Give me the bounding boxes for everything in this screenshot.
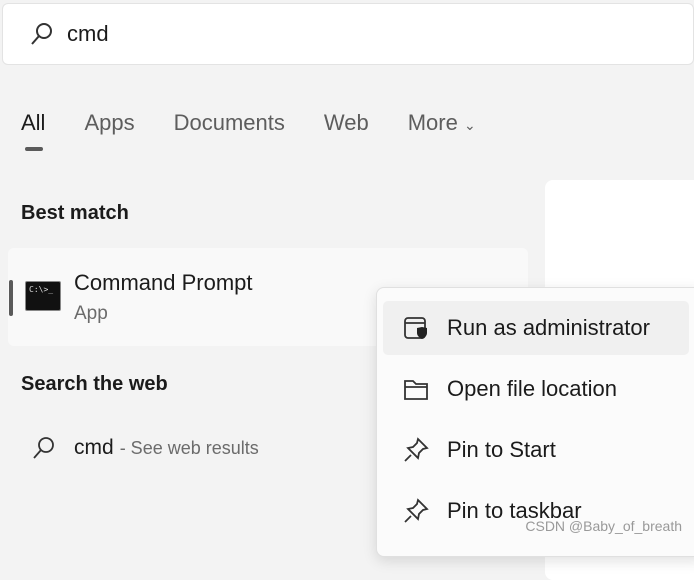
pin-icon — [404, 437, 429, 462]
filter-tabs: All Apps Documents Web More ⌄ — [21, 110, 515, 151]
search-icon — [33, 437, 54, 459]
app-title: Command Prompt — [74, 270, 253, 295]
tab-more[interactable]: More ⌄ — [408, 110, 476, 136]
context-menu: Run as administrator Open file location … — [376, 287, 694, 557]
tab-more-label: More — [407, 110, 458, 135]
web-suffix: - See web results — [119, 437, 259, 458]
selection-indicator — [9, 280, 13, 316]
pin-icon — [404, 498, 429, 523]
shield-window-icon — [404, 317, 427, 339]
search-box[interactable] — [2, 3, 694, 65]
best-match-heading: Best match — [21, 202, 129, 224]
chevron-down-icon: ⌄ — [463, 117, 476, 133]
search-icon — [31, 23, 52, 45]
menu-open-file-location[interactable]: Open file location — [383, 362, 689, 416]
menu-label: Run as administrator — [447, 315, 650, 340]
menu-label: Open file location — [447, 376, 617, 401]
watermark: CSDN @Baby_of_breath — [525, 518, 682, 534]
web-result[interactable]: cmd - See web results — [32, 436, 259, 460]
tab-apps[interactable]: Apps — [84, 110, 134, 136]
menu-run-as-administrator[interactable]: Run as administrator — [383, 301, 689, 355]
web-query: cmd — [74, 436, 114, 459]
tab-web[interactable]: Web — [324, 110, 369, 136]
command-prompt-icon: C:\>_ — [25, 281, 61, 311]
folder-icon — [404, 380, 428, 400]
search-web-heading: Search the web — [21, 373, 168, 395]
menu-pin-to-start[interactable]: Pin to Start — [383, 423, 689, 477]
menu-label: Pin to Start — [447, 437, 556, 462]
app-type: App — [74, 303, 108, 324]
search-input[interactable] — [67, 21, 567, 47]
tab-all[interactable]: All — [21, 110, 45, 151]
tab-documents[interactable]: Documents — [174, 110, 285, 136]
